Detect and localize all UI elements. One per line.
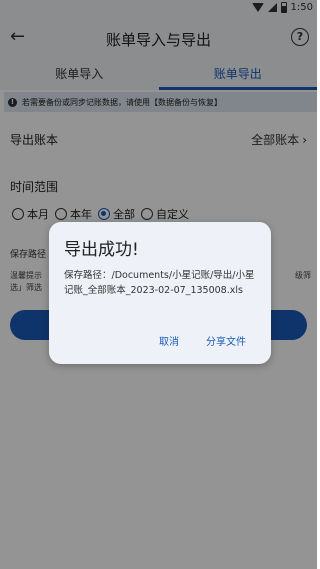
- cancel-button[interactable]: 取消: [159, 333, 179, 348]
- share-file-button[interactable]: 分享文件: [206, 333, 246, 348]
- dialog-message: 保存路径：/Documents/小星记账/导出/小星记账_全部账本_2023-0…: [64, 270, 255, 296]
- dialog-title: 导出成功!: [64, 240, 139, 260]
- export-success-dialog: 导出成功! 保存路径：/Documents/小星记账/导出/小星记账_全部账本_…: [49, 222, 271, 364]
